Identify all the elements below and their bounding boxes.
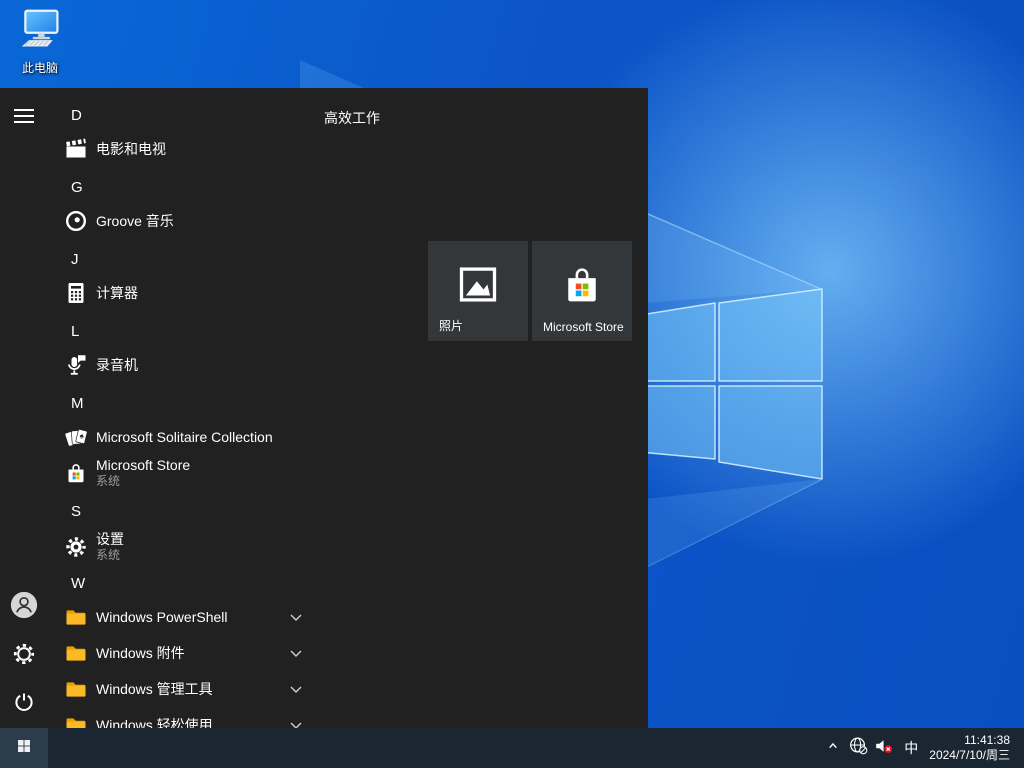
folder-item-windows-轻松使用[interactable]: Windows 轻松使用 <box>48 707 310 728</box>
letter-header-g[interactable]: G <box>48 169 310 205</box>
globe-offline-icon <box>848 735 869 761</box>
tile-group-title: 高效工作 <box>324 108 380 128</box>
app-label: 录音机 <box>96 355 138 375</box>
hamburger-button[interactable] <box>0 92 48 140</box>
app-list-item-计算器[interactable]: 计算器 <box>48 275 310 311</box>
store-icon <box>560 263 604 312</box>
taskbar: 中 11:41:38 2024/7/10/周三 <box>0 728 1024 768</box>
user-icon <box>9 590 39 625</box>
chevron-down-icon <box>284 641 308 665</box>
app-label: Windows 附件 <box>96 643 185 663</box>
photos-icon <box>456 263 500 312</box>
desktop-icon-label: 此电脑 <box>22 59 58 76</box>
movies-tv-icon <box>64 137 88 161</box>
gear-icon <box>11 641 37 672</box>
app-label: Windows 管理工具 <box>96 679 213 699</box>
app-list: D 电影和电视 G Groove 音乐 J 计算器 L 录音机 M ♠ Microsoft Soli… <box>48 88 310 728</box>
taskbar-clock[interactable]: 11:41:38 2024/7/10/周三 <box>925 728 1018 768</box>
letter-header-label: S <box>48 503 81 520</box>
clock-date: 2024/7/10/周三 <box>929 748 1010 763</box>
app-label-group: 设置系统 <box>96 532 124 563</box>
letter-header-label: L <box>48 323 79 340</box>
letter-header-s[interactable]: S <box>48 493 310 529</box>
app-label: Microsoft Solitaire Collection <box>96 429 273 445</box>
letter-header-l[interactable]: L <box>48 313 310 349</box>
app-list-item-microsoft-solitaire-collection[interactable]: ♠ Microsoft Solitaire Collection <box>48 419 310 455</box>
chevron-up-icon <box>823 736 843 761</box>
desktop-icon-this-pc[interactable]: 此电脑 <box>12 8 68 76</box>
folder-item-windows-管理工具[interactable]: Windows 管理工具 <box>48 671 310 707</box>
hamburger-icon <box>14 105 34 127</box>
ime-indicator[interactable]: 中 <box>897 728 925 768</box>
app-label: Groove 音乐 <box>96 211 174 231</box>
start-menu: D 电影和电视 G Groove 音乐 J 计算器 L 录音机 M ♠ Microsoft Soli… <box>0 88 648 728</box>
volume-button[interactable] <box>871 728 897 768</box>
app-label: 电影和电视 <box>96 139 166 159</box>
chevron-down-icon <box>284 677 308 701</box>
tile-photos[interactable]: 照片 <box>428 241 528 341</box>
folder-icon <box>64 713 88 728</box>
letter-header-m[interactable]: M <box>48 385 310 421</box>
solitaire-icon: ♠ <box>64 425 88 449</box>
power-button[interactable] <box>0 680 48 728</box>
letter-header-label: D <box>48 107 82 124</box>
letter-header-label: M <box>48 395 84 412</box>
settings-button[interactable] <box>0 632 48 680</box>
app-label: 设置 <box>96 532 124 547</box>
folder-item-windows-powershell[interactable]: Windows PowerShell <box>48 599 310 635</box>
app-list-item-录音机[interactable]: 录音机 <box>48 347 310 383</box>
letter-header-d[interactable]: D <box>48 97 310 133</box>
app-list-item-设置[interactable]: 设置系统 <box>48 525 310 569</box>
app-label: Microsoft Store <box>96 458 190 473</box>
voice-recorder-icon <box>64 353 88 377</box>
chevron-down-icon <box>284 605 308 629</box>
app-sublabel: 系统 <box>96 474 190 489</box>
letter-header-j[interactable]: J <box>48 241 310 277</box>
speaker-muted-icon <box>873 735 895 762</box>
letter-header-w[interactable]: W <box>48 565 310 601</box>
app-sublabel: 系统 <box>96 548 124 563</box>
app-label: Windows PowerShell <box>96 609 228 625</box>
folder-icon <box>64 677 88 701</box>
letter-header-label: G <box>48 179 83 196</box>
app-label: Windows 轻松使用 <box>96 715 213 728</box>
tile-label: Microsoft Store <box>543 320 624 334</box>
letter-header-label: W <box>48 575 85 592</box>
app-list-item-电影和电视[interactable]: 电影和电视 <box>48 131 310 167</box>
start-button[interactable] <box>0 728 48 768</box>
system-tray: 中 11:41:38 2024/7/10/周三 <box>821 728 1024 768</box>
chevron-down-icon <box>284 713 308 728</box>
windows-logo-icon <box>15 737 33 760</box>
tile-label: 照片 <box>439 317 463 334</box>
folder-icon <box>64 641 88 665</box>
store-icon <box>64 461 88 485</box>
desktop: 此电脑 D 电影和电视 G Groove 音乐 J 计算器 L 录音机 M ♠ Microsoft … <box>0 0 1024 768</box>
tile-store[interactable]: Microsoft Store <box>532 241 632 341</box>
clock-time: 11:41:38 <box>964 733 1010 748</box>
app-label-group: Microsoft Store系统 <box>96 458 190 489</box>
groove-music-icon <box>64 209 88 233</box>
settings-icon <box>64 535 88 559</box>
app-label: 计算器 <box>96 283 138 303</box>
power-icon <box>12 690 36 719</box>
this-pc-icon <box>18 8 62 57</box>
app-list-item-groove-音乐[interactable]: Groove 音乐 <box>48 203 310 239</box>
user-account-button[interactable] <box>0 583 48 631</box>
folder-item-windows-附件[interactable]: Windows 附件 <box>48 635 310 671</box>
start-menu-rail <box>0 88 48 728</box>
tray-overflow-button[interactable] <box>821 728 845 768</box>
letter-header-label: J <box>48 251 79 268</box>
folder-icon <box>64 605 88 629</box>
network-status-button[interactable] <box>845 728 871 768</box>
app-list-item-microsoft-store[interactable]: Microsoft Store系统 <box>48 451 310 495</box>
calculator-icon <box>64 281 88 305</box>
